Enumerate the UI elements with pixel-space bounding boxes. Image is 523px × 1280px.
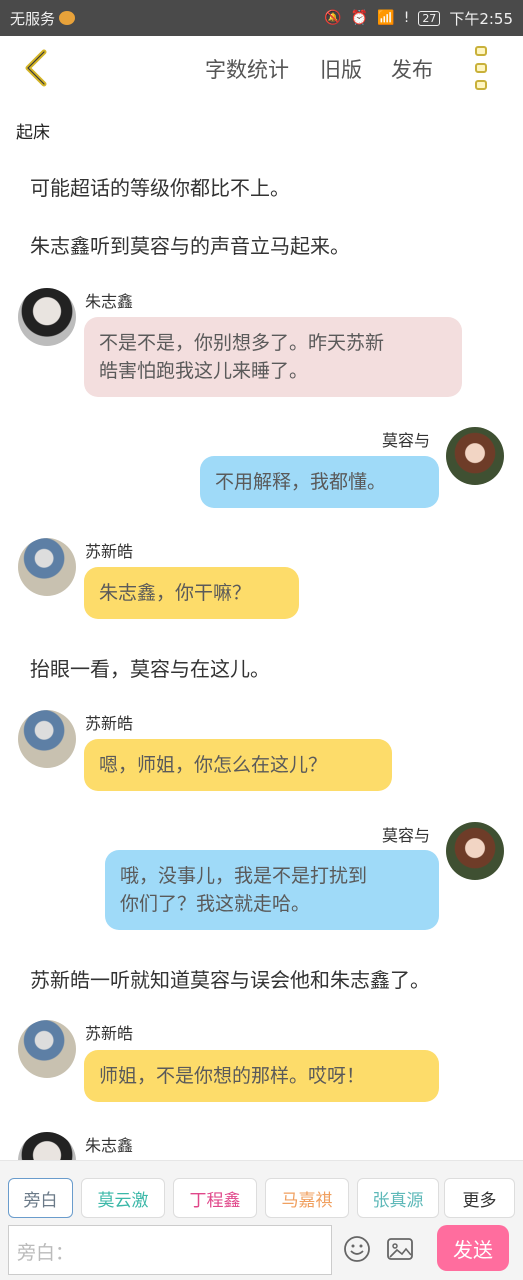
- clock-text: 下午2:55: [449, 9, 513, 28]
- avatar[interactable]: [18, 710, 76, 768]
- role-tab-narrator[interactable]: 旁白: [8, 1178, 73, 1218]
- back-button[interactable]: [18, 46, 58, 90]
- publish-button[interactable]: 发布: [391, 54, 433, 84]
- avatar[interactable]: [18, 288, 76, 346]
- section-title: 起床: [16, 123, 50, 143]
- chat-area[interactable]: 起床 可能超话的等级你都比不上。 朱志鑫听到莫容与的声音立马起来。 朱志鑫 不是…: [0, 100, 523, 1160]
- message-input[interactable]: 旁白：: [8, 1225, 332, 1275]
- weibo-icon: [59, 11, 76, 25]
- message-bubble[interactable]: 不用解释，我都懂。: [200, 456, 439, 508]
- status-bar: 无服务 🔕 ⏰ 📶 ! 27 下午2:55: [0, 0, 523, 36]
- top-toolbar: 字数统计 旧版 发布: [0, 36, 523, 100]
- message-text: 哦，没事儿，我是不是打扰到: [120, 865, 368, 887]
- input-bar: 旁白 莫云激 丁程鑫 马嘉祺 张真源 更多 旁白： 发送: [0, 1160, 523, 1280]
- wifi-icon: 📶: [377, 10, 395, 26]
- message-text: 不用解释，我都懂。: [215, 471, 387, 493]
- battery-indicator: 27: [418, 10, 441, 26]
- emoji-icon[interactable]: [343, 1235, 371, 1263]
- narration-line[interactable]: 苏新皓一听就知道莫容与误会他和朱志鑫了。: [30, 964, 430, 993]
- role-tab[interactable]: 丁程鑫: [173, 1178, 257, 1218]
- message-text: 不是不是，你别想多了。昨天苏新: [99, 332, 385, 354]
- role-tab[interactable]: 马嘉祺: [265, 1178, 349, 1218]
- menu-dot-icon: [475, 80, 487, 90]
- send-button[interactable]: 发送: [437, 1225, 509, 1271]
- speaker-name: 莫容与: [382, 826, 431, 845]
- image-icon[interactable]: [386, 1235, 414, 1263]
- role-tab[interactable]: 莫云激: [81, 1178, 165, 1218]
- avatar[interactable]: [18, 538, 76, 596]
- narration-line[interactable]: 可能超话的等级你都比不上。: [30, 172, 290, 201]
- speaker-name: 莫容与: [382, 431, 431, 450]
- avatar[interactable]: [446, 822, 504, 880]
- message-bubble[interactable]: 哦，没事儿，我是不是打扰到 你们了？我这就走哈。: [105, 850, 439, 930]
- more-menu-button[interactable]: [470, 46, 492, 90]
- alarm-icon: ⏰: [350, 10, 369, 26]
- message-text: 皓害怕跑我这儿来睡了。: [99, 360, 309, 382]
- avatar[interactable]: [446, 427, 504, 485]
- speaker-name: 苏新皓: [85, 1024, 134, 1043]
- speaker-name: 朱志鑫: [85, 292, 134, 311]
- role-tab[interactable]: 张真源: [357, 1178, 439, 1218]
- avatar[interactable]: [18, 1020, 76, 1078]
- narration-line[interactable]: 朱志鑫听到莫容与的声音立马起来。: [30, 230, 350, 259]
- message-bubble[interactable]: 嗯，师姐，你怎么在这儿？: [84, 739, 392, 791]
- message-text: 朱志鑫，你干嘛？: [99, 582, 252, 604]
- menu-dot-icon: [475, 46, 487, 56]
- narration-line[interactable]: 抬眼一看，莫容与在这儿。: [30, 653, 270, 682]
- word-count-button[interactable]: 字数统计: [205, 54, 289, 84]
- avatar[interactable]: [18, 1132, 76, 1160]
- speaker-name: 苏新皓: [85, 714, 134, 733]
- old-version-button[interactable]: 旧版: [320, 54, 362, 84]
- message-text: 你们了？我这就走哈。: [120, 893, 311, 915]
- more-roles-button[interactable]: 更多: [444, 1178, 515, 1218]
- menu-dot-icon: [475, 63, 487, 73]
- mute-icon: 🔕: [324, 10, 342, 26]
- chevron-left-icon: [25, 49, 47, 87]
- alert-icon: !: [403, 10, 410, 26]
- speaker-name: 朱志鑫: [85, 1136, 134, 1155]
- message-bubble[interactable]: 不是不是，你别想多了。昨天苏新 皓害怕跑我这儿来睡了。: [84, 317, 462, 397]
- speaker-name: 苏新皓: [85, 542, 134, 561]
- message-bubble[interactable]: 师姐，不是你想的那样。哎呀！: [84, 1050, 439, 1102]
- message-text: 嗯，师姐，你怎么在这儿？: [99, 754, 328, 776]
- message-bubble[interactable]: 朱志鑫，你干嘛？: [84, 567, 299, 619]
- message-text: 师姐，不是你想的那样。哎呀！: [99, 1065, 366, 1087]
- carrier-text: 无服务: [10, 9, 56, 28]
